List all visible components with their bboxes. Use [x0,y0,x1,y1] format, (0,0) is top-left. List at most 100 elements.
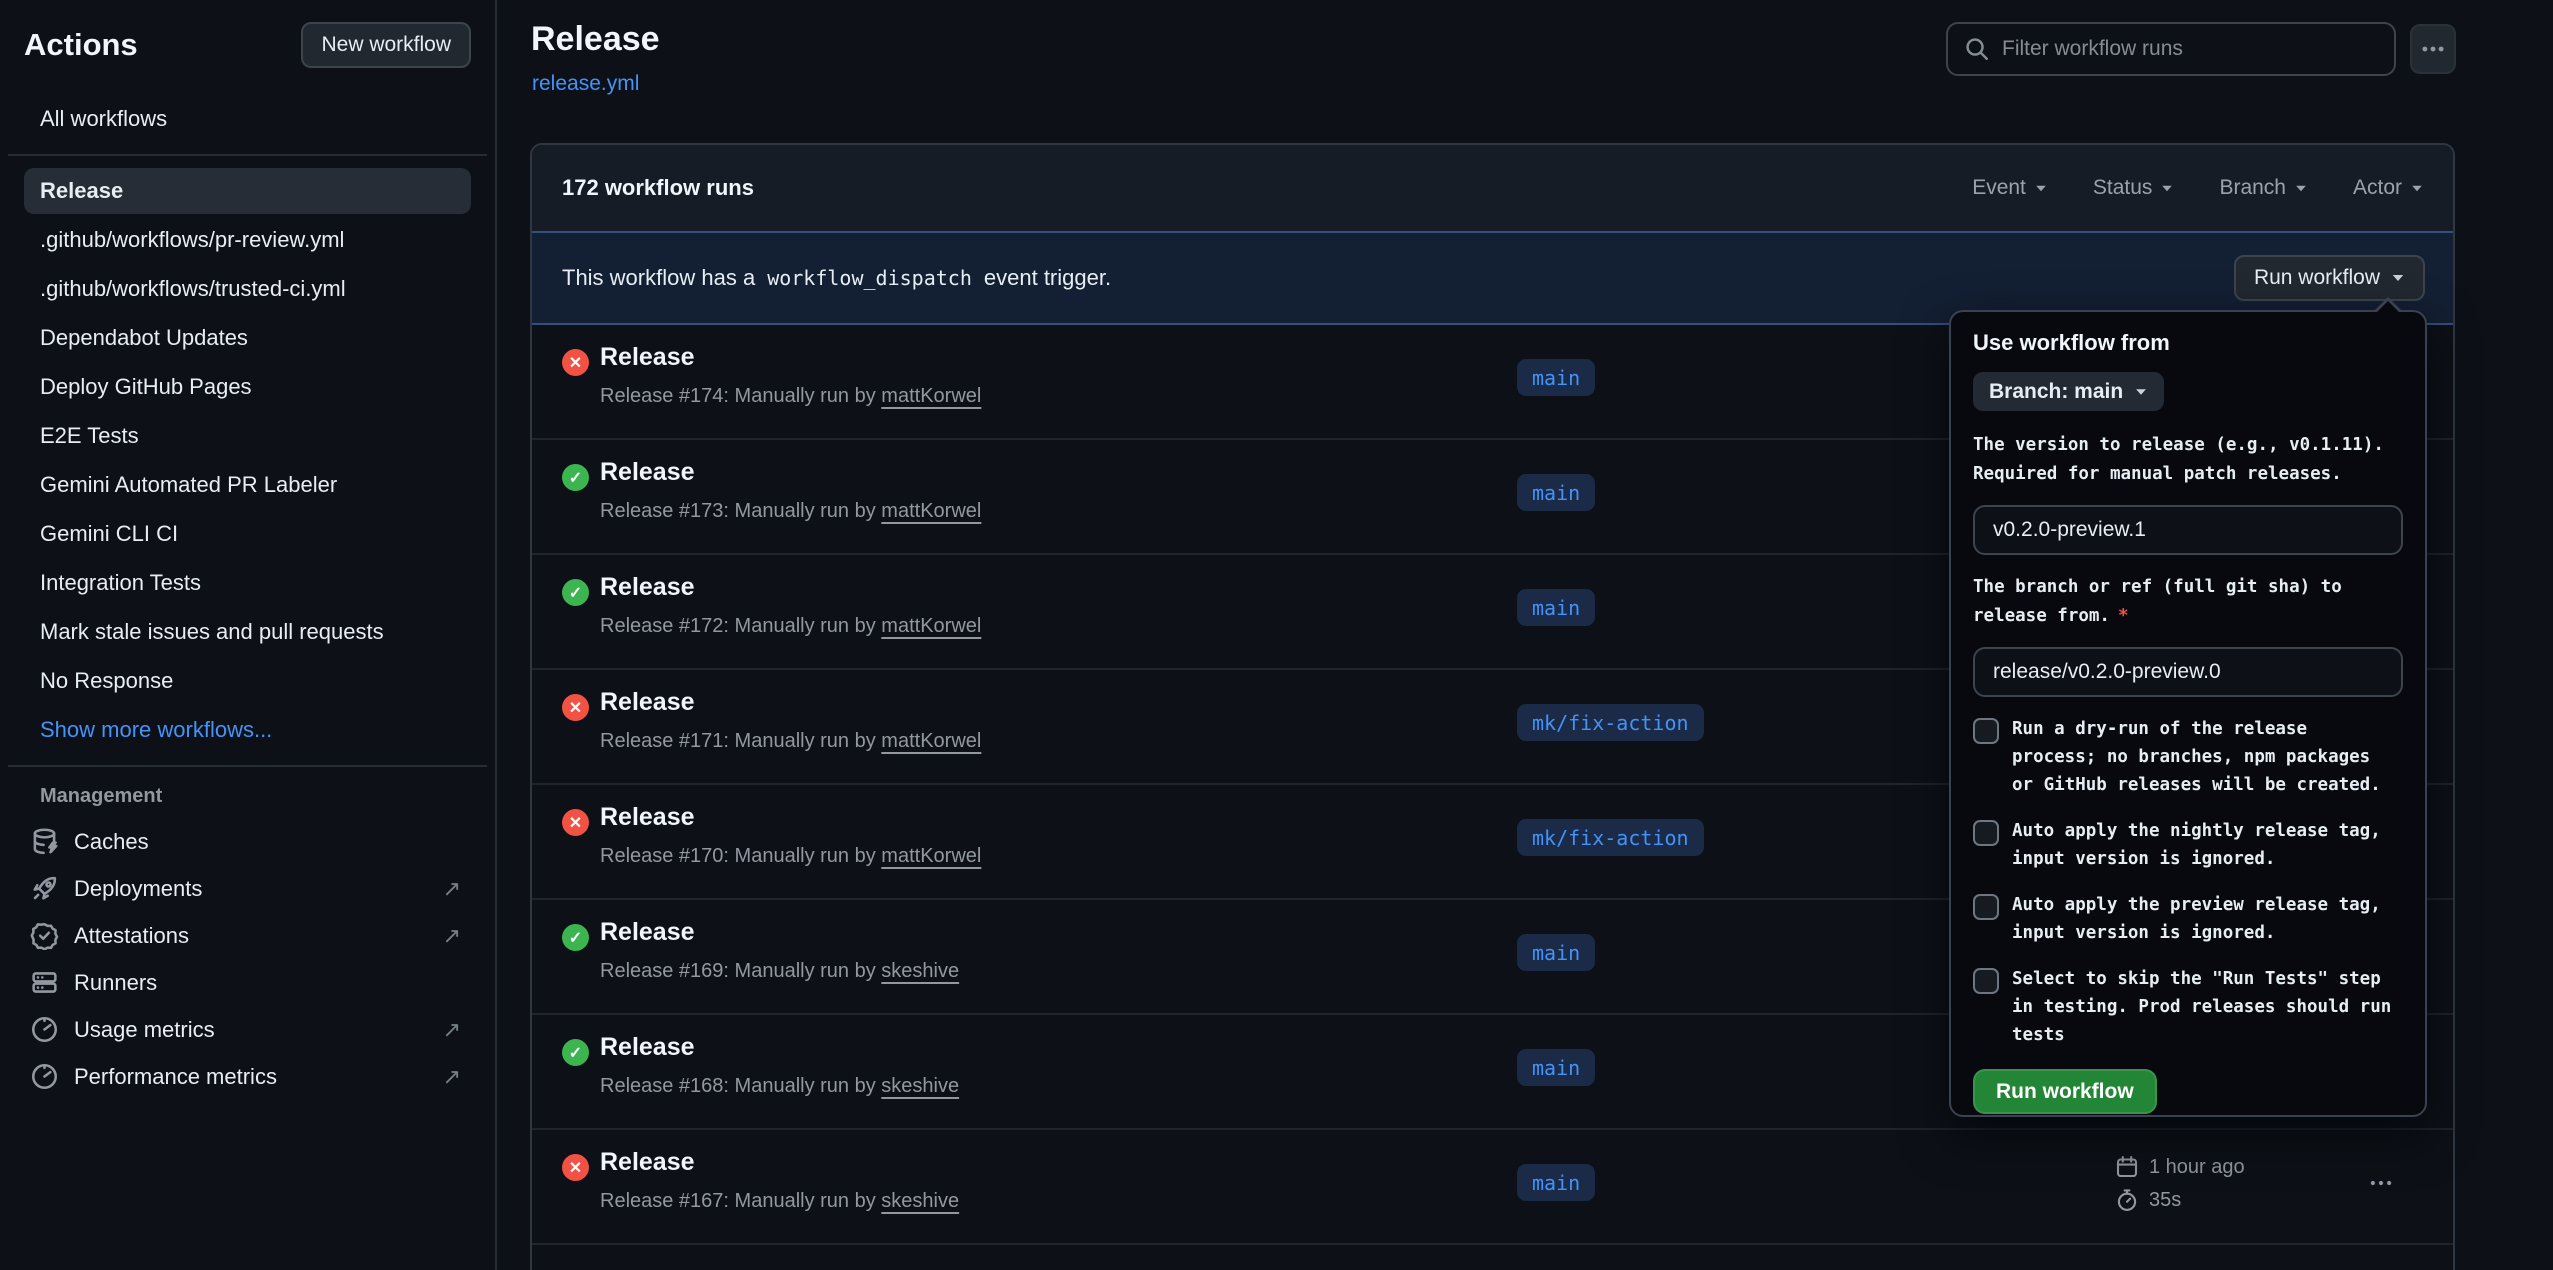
run-actor-link[interactable]: mattKorwel [881,500,981,522]
sidebar-item-attestations[interactable]: Attestations ↗ [24,912,471,959]
run-branch-badge[interactable]: main [1517,589,1595,626]
sidebar-title: Actions [24,27,138,63]
sidebar-item-workflow[interactable]: Gemini CLI CI [24,511,471,557]
branch-selector-button[interactable]: Branch: main [1973,372,2164,411]
sidebar-divider [8,154,487,156]
show-more-workflows-link[interactable]: Show more workflows... [24,707,471,753]
banner-code: workflow_dispatch [767,266,972,290]
page-title: Release [531,20,660,59]
sidebar-item-workflow[interactable]: .github/workflows/trusted-ci.yml [24,266,471,312]
verified-icon [30,921,59,950]
run-branch-badge[interactable]: main [1517,1164,1595,1201]
workflow-file-link[interactable]: release.yml [532,72,639,96]
sidebar-item-all-workflows[interactable]: All workflows [24,96,471,142]
filter-workflow-runs-box [1946,22,2396,76]
sidebar-item-workflow[interactable]: .github/workflows/pr-review.yml [24,217,471,263]
run-actor-link[interactable]: mattKorwel [881,845,981,867]
workflow-run-row[interactable]: Release Release #167: Manually run by sk… [532,1130,2453,1245]
sidebar-item-release[interactable]: Release [24,168,471,214]
skip-tests-checkbox[interactable] [1973,968,1999,994]
branch-filter-dropdown[interactable]: Branch [2219,176,2307,200]
checkbox-label: Auto apply the nightly release tag, inpu… [2012,817,2381,873]
event-filter-dropdown[interactable]: Event [1972,176,2047,200]
search-icon [1964,36,1990,62]
sidebar-item-label: Deployments [74,876,202,902]
sidebar-item-label: Usage metrics [74,1017,215,1043]
run-status-icon [562,1039,589,1066]
run-duration: 35s [2149,1189,2181,1212]
nightly-tag-checkbox[interactable] [1973,820,1999,846]
run-branch-badge[interactable]: mk/fix-action [1517,819,1704,856]
run-actor-link[interactable]: skeshive [881,1075,959,1097]
run-status-icon [562,349,589,376]
run-actor-link[interactable]: skeshive [881,960,959,982]
checkbox-label: Run a dry-run of the release process; no… [2012,715,2381,799]
run-status-icon [562,809,589,836]
ref-input[interactable] [1973,647,2403,697]
run-actor-link[interactable]: mattKorwel [881,615,981,637]
external-link-icon: ↗ [443,1064,461,1090]
calendar-icon [2115,1155,2139,1179]
sidebar-item-workflow[interactable]: Mark stale issues and pull requests [24,609,471,655]
sidebar-divider [8,765,487,767]
sidebar-item-label: Caches [74,829,149,855]
run-branch-badge[interactable]: mk/fix-action [1517,704,1704,741]
run-actor-link[interactable]: mattKorwel [881,730,981,752]
sidebar-item-workflow[interactable]: Deploy GitHub Pages [24,364,471,410]
run-branch-badge[interactable]: main [1517,934,1595,971]
run-actor-link[interactable]: skeshive [881,1190,959,1212]
management-section-label: Management [40,785,455,808]
run-meta: 1 hour ago 35s [2115,1155,2245,1212]
status-filter-dropdown[interactable]: Status [2093,176,2174,200]
workflow-options-kebab-button[interactable] [2410,24,2456,74]
actions-page: Actions New workflow All workflows Relea… [0,0,2553,1270]
banner-text: event trigger. [984,265,1111,291]
preview-tag-checkbox[interactable] [1973,894,1999,920]
sidebar-item-workflow[interactable]: E2E Tests [24,413,471,459]
version-input-description: The version to release (e.g., v0.1.11). … [1973,431,2403,489]
run-branch-badge[interactable]: main [1517,474,1595,511]
skip-tests-option: Select to skip the "Run Tests" step in t… [1973,965,2403,1049]
sidebar-item-usage-metrics[interactable]: Usage metrics ↗ [24,1006,471,1053]
run-branch-badge[interactable]: main [1517,1049,1595,1086]
dry-run-option: Run a dry-run of the release process; no… [1973,715,2403,799]
version-input[interactable] [1973,505,2403,555]
run-workflow-submit-button[interactable]: Run workflow [1973,1069,2157,1114]
external-link-icon: ↗ [443,876,461,902]
rocket-icon [30,874,59,903]
run-actor-link[interactable]: mattKorwel [881,385,981,407]
run-status-icon [562,464,589,491]
sidebar-item-label: Runners [74,970,157,996]
run-time: 1 hour ago [2149,1156,2245,1179]
sidebar-item-label: Performance metrics [74,1064,277,1090]
popover-heading: Use workflow from [1973,330,2403,356]
external-link-icon: ↗ [443,923,461,949]
new-workflow-button[interactable]: New workflow [301,22,471,68]
sidebar-item-performance-metrics[interactable]: Performance metrics ↗ [24,1053,471,1100]
run-kebab-button[interactable] [2368,1170,2394,1196]
filter-workflow-runs-input[interactable] [2002,37,2378,61]
sidebar-item-deployments[interactable]: Deployments ↗ [24,865,471,912]
meter-icon [30,1062,59,1091]
sidebar-item-caches[interactable]: Caches [24,818,471,865]
sidebar-item-workflow[interactable]: Gemini Automated PR Labeler [24,462,471,508]
run-status-icon [562,579,589,606]
nightly-tag-option: Auto apply the nightly release tag, inpu… [1973,817,2403,873]
chevron-down-icon [2412,185,2422,191]
sidebar-item-workflow[interactable]: Dependabot Updates [24,315,471,361]
run-branch-badge[interactable]: main [1517,359,1595,396]
banner-text: This workflow has a [562,265,755,291]
actor-filter-dropdown[interactable]: Actor [2353,176,2423,200]
sidebar-item-workflow[interactable]: Integration Tests [24,560,471,606]
actions-sidebar: Actions New workflow All workflows Relea… [0,0,497,1270]
run-workflow-dropdown-button[interactable]: Run workflow [2234,255,2425,301]
sidebar-item-workflow[interactable]: No Response [24,658,471,704]
chevron-down-icon [2136,389,2146,395]
runs-list-header: 172 workflow runs Event Status Branch Ac… [532,145,2453,231]
checkbox-label: Select to skip the "Run Tests" step in t… [2012,965,2391,1049]
cache-icon [30,827,59,856]
sidebar-item-runners[interactable]: Runners [24,959,471,1006]
run-status-icon [562,924,589,951]
dry-run-checkbox[interactable] [1973,718,1999,744]
checkbox-label: Auto apply the preview release tag, inpu… [2012,891,2381,947]
